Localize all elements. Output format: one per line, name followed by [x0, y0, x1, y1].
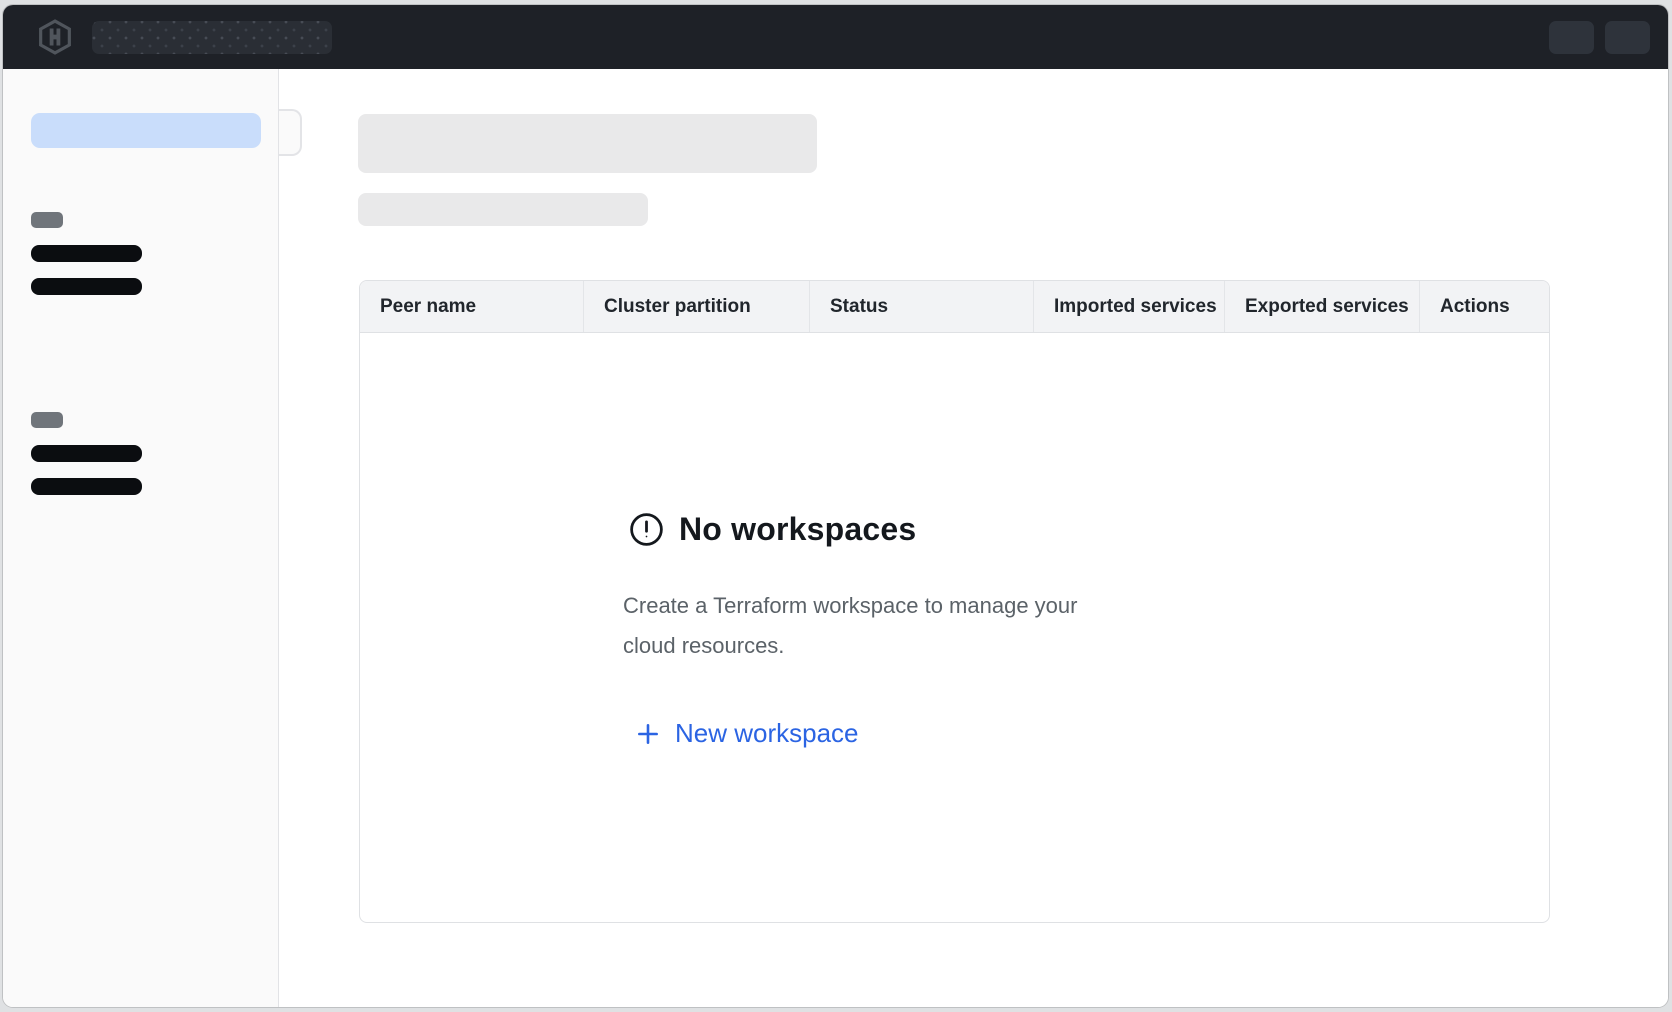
empty-state: No workspaces Create a Terraform workspa… [623, 511, 1123, 752]
new-workspace-label: New workspace [675, 718, 859, 749]
table-header-row: Peer name Cluster partition Status Impor… [360, 281, 1549, 333]
column-header-cluster-partition: Cluster partition [583, 281, 809, 332]
topbar-button-skeleton-2[interactable] [1605, 21, 1650, 54]
topbar-button-skeleton-1[interactable] [1549, 21, 1594, 54]
alert-circle-icon [629, 512, 664, 547]
sidebar-item-skeleton-3[interactable] [31, 445, 142, 462]
page-subtitle-skeleton [358, 193, 648, 226]
sidebar-toggle-handle[interactable] [279, 109, 302, 156]
column-header-actions: Actions [1419, 281, 1549, 332]
column-header-exported-services: Exported services [1224, 281, 1419, 332]
empty-state-description: Create a Terraform workspace to manage y… [623, 586, 1123, 666]
workspaces-table: Peer name Cluster partition Status Impor… [359, 280, 1550, 923]
sidebar-item-skeleton-1[interactable] [31, 245, 142, 262]
app-window: Peer name Cluster partition Status Impor… [3, 5, 1668, 1007]
hashicorp-logo-icon [38, 18, 72, 56]
table-body: No workspaces Create a Terraform workspa… [360, 333, 1549, 922]
main-content: Peer name Cluster partition Status Impor… [280, 69, 1668, 1007]
column-header-imported-services: Imported services [1033, 281, 1224, 332]
column-header-status: Status [809, 281, 1033, 332]
new-workspace-button[interactable]: New workspace [635, 718, 859, 749]
plus-icon [635, 721, 661, 747]
top-navigation-bar [3, 5, 1668, 69]
sidebar-section-label-skeleton-1 [31, 212, 63, 228]
column-header-peer-name: Peer name [360, 281, 583, 332]
sidebar-item-skeleton-2[interactable] [31, 278, 142, 295]
empty-state-title: No workspaces [679, 511, 916, 548]
sidebar [3, 69, 279, 1007]
global-search-skeleton[interactable] [92, 21, 332, 54]
sidebar-section-label-skeleton-2 [31, 412, 63, 428]
sidebar-active-item-skeleton[interactable] [31, 113, 261, 148]
sidebar-item-skeleton-4[interactable] [31, 478, 142, 495]
page-title-skeleton [358, 114, 817, 173]
